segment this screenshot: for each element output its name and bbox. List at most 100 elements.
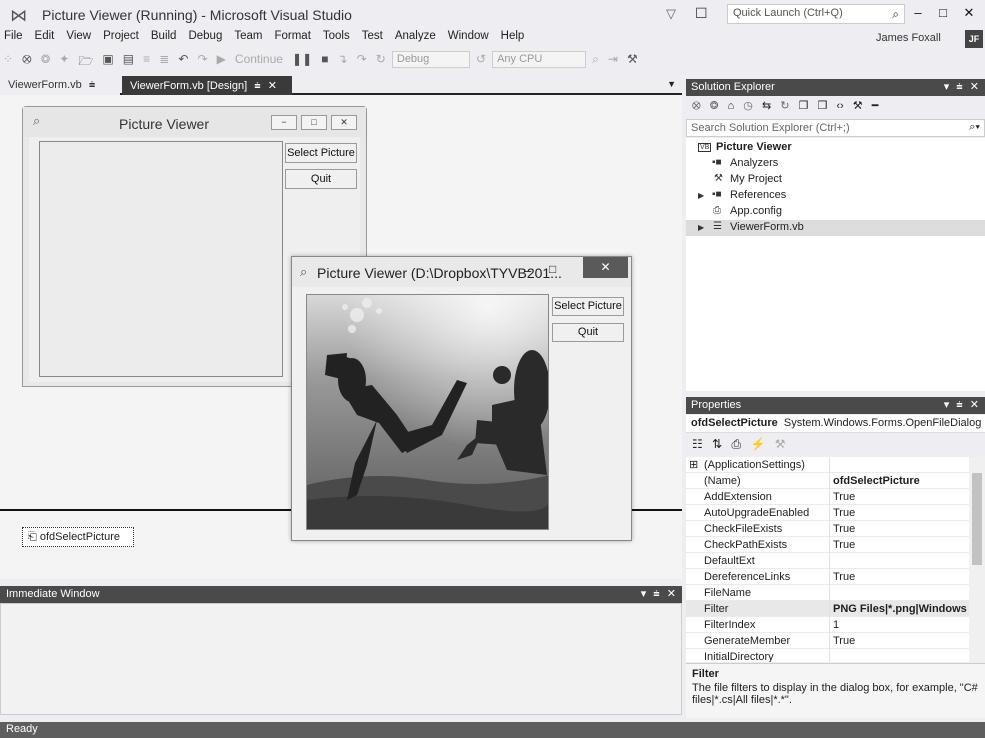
maximize-button[interactable]: □ [549, 262, 556, 276]
preview-icon[interactable]: ━ [872, 100, 879, 112]
menu-project[interactable]: Project [103, 30, 139, 42]
expand-icon[interactable]: ▶ [698, 223, 704, 232]
pane-controls[interactable]: ▾ ⩧ ✕ [641, 587, 678, 601]
show-all-files-icon[interactable]: ❒ [817, 100, 827, 112]
solution-platform-select[interactable]: Any CPU [492, 51, 587, 68]
continue-button[interactable]: Continue [235, 52, 283, 66]
events-icon[interactable]: ⚡ [750, 437, 765, 451]
property-row[interactable]: InitialDirectory [686, 649, 969, 662]
comment-icon[interactable]: ≡ [143, 52, 150, 66]
property-row[interactable]: FileName [686, 585, 969, 601]
property-pages-icon[interactable]: ⚒ [775, 437, 786, 451]
property-value[interactable]: True [833, 523, 969, 535]
tree-item-solution[interactable]: VB Picture Viewer [686, 140, 985, 156]
property-row[interactable]: FilterIndex 1 [686, 617, 969, 633]
pin-icon[interactable]: ⩧ [89, 79, 95, 91]
property-row[interactable]: (Name) ofdSelectPicture [686, 473, 969, 489]
menu-edit[interactable]: Edit [35, 30, 55, 42]
menu-file[interactable]: File [4, 30, 23, 42]
vertical-scrollbar[interactable] [669, 604, 681, 714]
forward-icon[interactable]: ⭗ [41, 52, 51, 67]
running-picture-viewer-window[interactable]: ⌕ Picture Viewer (D:\Dropbox\TYVB201... … [291, 256, 632, 541]
quit-button[interactable]: Quit [285, 169, 357, 189]
step-into-icon[interactable]: ↴ [338, 52, 348, 66]
undo-icon[interactable]: ↶ [178, 52, 188, 66]
property-value[interactable]: True [833, 635, 969, 647]
property-value[interactable]: True [833, 507, 969, 519]
minimize-button[interactable]: – [524, 263, 531, 278]
pause-icon[interactable]: ❚❚ [292, 52, 312, 66]
home-icon[interactable]: ⌂ [728, 100, 735, 112]
menu-view[interactable]: View [66, 30, 91, 42]
save-all-icon[interactable]: ▤ [123, 52, 134, 66]
running-form-title-bar[interactable]: ⌕ Picture Viewer (D:\Dropbox\TYVB201... … [292, 257, 631, 287]
refresh-icon[interactable]: ↻ [780, 100, 789, 112]
menu-team[interactable]: Team [234, 30, 262, 42]
property-row[interactable]: CheckFileExists True [686, 521, 969, 537]
back-icon[interactable]: ⭙ [692, 100, 701, 112]
stop-icon[interactable]: ■ [321, 52, 328, 66]
property-value[interactable]: True [833, 539, 969, 551]
expand-icon[interactable]: ⊞ [689, 458, 698, 471]
search-icon[interactable]: ⌕▾ [969, 121, 980, 134]
search-icon[interactable]: ⌕ [892, 7, 899, 22]
categorized-icon[interactable]: ☷ [692, 437, 703, 451]
menu-window[interactable]: Window [448, 30, 489, 42]
user-name[interactable]: James Foxall [876, 32, 941, 44]
minimize-button[interactable]: – [906, 5, 930, 20]
property-row[interactable]: GenerateMember True [686, 633, 969, 649]
notification-filter-icon[interactable]: ▽ [666, 6, 676, 22]
properties-icon[interactable]: ⚒ [853, 100, 863, 112]
menu-analyze[interactable]: Analyze [395, 30, 436, 42]
tree-item-app-config[interactable]: ⎙ App.config [686, 204, 985, 220]
uncomment-icon[interactable]: ≣ [159, 52, 169, 66]
menu-help[interactable]: Help [501, 30, 525, 42]
component-ofdselectpicture[interactable]: ⎗ ofdSelectPicture [22, 527, 134, 547]
property-row[interactable]: ⊞ (ApplicationSettings) [686, 457, 969, 473]
tree-item-viewerform[interactable]: ▶ ☰ ViewerForm.vb [686, 220, 985, 236]
save-icon[interactable]: ▣ [102, 52, 113, 66]
tab-viewerform-code[interactable]: ViewerForm.vb ⩧ [0, 76, 120, 95]
refresh-icon[interactable]: ↺ [476, 52, 486, 66]
property-row-selected[interactable]: Filter PNG Files|*.png|Windows Bit [686, 601, 969, 617]
redo-icon[interactable]: ↷ [197, 52, 207, 66]
menu-tools[interactable]: Tools [323, 30, 350, 42]
pane-controls[interactable]: ▾ ⩧ ✕ [944, 398, 981, 412]
property-row[interactable]: DefaultExt [686, 553, 969, 569]
breakpoint-icon[interactable]: ⇥ [608, 52, 618, 66]
tab-viewerform-design[interactable]: ViewerForm.vb [Design] ⩧ ✕ [122, 76, 292, 95]
solution-configuration-select[interactable]: Debug [391, 51, 470, 68]
properties-object-selector[interactable]: ofdSelectPicture System.Windows.Forms.Op… [686, 415, 985, 433]
view-code-icon[interactable]: ‹› [836, 100, 843, 112]
tools-icon[interactable]: ⚒ [627, 52, 638, 66]
tree-item-my-project[interactable]: ⚒ My Project [686, 172, 985, 188]
expand-icon[interactable]: ▶ [698, 191, 704, 200]
scrollbar-thumb[interactable] [972, 473, 982, 565]
restart-icon[interactable]: ↻ [376, 52, 386, 66]
close-button[interactable]: ✕ [957, 5, 981, 21]
pin-icon[interactable]: ⩧ [254, 80, 260, 92]
menu-test[interactable]: Test [362, 30, 383, 42]
property-row[interactable]: DereferenceLinks True [686, 569, 969, 585]
vertical-scrollbar[interactable] [969, 457, 985, 662]
property-value[interactable]: PNG Files|*.png|Windows Bit [833, 603, 969, 615]
immediate-window-editor[interactable] [0, 603, 682, 715]
continue-icon[interactable]: ▶ [217, 52, 226, 66]
property-value[interactable]: 1 [833, 619, 969, 631]
property-row[interactable]: CheckPathExists True [686, 537, 969, 553]
pane-controls[interactable]: ▾ ⩧ ✕ [944, 80, 981, 94]
find-icon[interactable]: ⌕ [592, 52, 599, 67]
forward-icon[interactable]: ⭗ [710, 100, 719, 112]
tab-overflow-dropdown-icon[interactable]: ▼ [667, 79, 676, 89]
pending-changes-icon[interactable]: ◷ [743, 100, 753, 112]
menu-build[interactable]: Build [151, 30, 177, 42]
step-over-icon[interactable]: ↷ [357, 52, 367, 66]
collapse-all-icon[interactable]: ❐ [799, 100, 809, 112]
back-icon[interactable]: ⭙ [22, 52, 32, 67]
close-icon[interactable]: ✕ [268, 80, 277, 92]
feedback-icon[interactable]: ☐ [695, 5, 708, 22]
property-value[interactable]: True [833, 491, 969, 503]
alphabetical-icon[interactable]: ⇅ [712, 437, 722, 451]
property-row[interactable]: AutoUpgradeEnabled True [686, 505, 969, 521]
select-picture-button[interactable]: Select Picture [552, 297, 624, 316]
